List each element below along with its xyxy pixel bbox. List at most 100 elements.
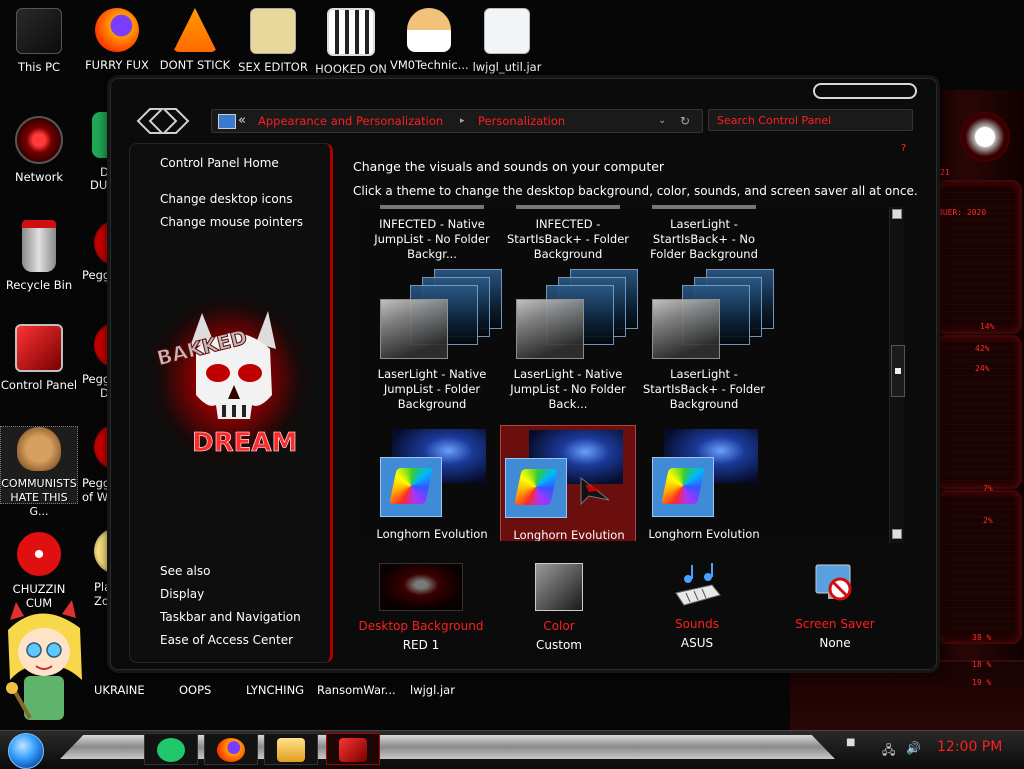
theme-name: Longhorn Evolution <box>513 528 625 541</box>
desktop-icon-hooked-on[interactable]: HOOKED ON <box>312 8 390 76</box>
volume-tray-icon[interactable]: 🔊 <box>906 741 921 755</box>
desktop-icon-control-panel[interactable]: Control Panel <box>0 324 78 392</box>
desktop-icon-label[interactable]: LYNCHING <box>246 683 304 697</box>
color-fan-icon <box>652 457 714 517</box>
theme-item[interactable]: INFECTED - StartIsBack+ - Folder Backgro… <box>500 205 636 265</box>
desktop-background-button[interactable]: Desktop Background RED 1 <box>351 563 491 652</box>
breadcrumb-personalization[interactable]: Personalization <box>478 110 565 132</box>
refresh-icon[interactable]: ↻ <box>680 110 690 132</box>
desktop-icon-label[interactable]: RansomWar... <box>317 683 396 697</box>
desktop-background-label: Desktop Background <box>358 619 484 633</box>
desktop-icon-label[interactable]: lwjgl.jar <box>410 683 455 697</box>
taskbar: ■ 🖧 🔊 12:00 PM <box>0 730 1024 769</box>
theme-name: INFECTED - Native JumpList - No Folder B… <box>364 217 500 262</box>
hud-readout: 19 % <box>972 678 992 687</box>
scroll-up-button[interactable] <box>892 209 902 219</box>
sounds-value: ASUS <box>680 636 714 650</box>
theme-item[interactable]: LaserLight - Native JumpList - Folder Ba… <box>364 269 502 419</box>
window-caption-buttons[interactable] <box>813 83 917 99</box>
scroll-thumb[interactable] <box>891 345 905 397</box>
color-value: Custom <box>536 638 582 652</box>
theme-item[interactable]: Longhorn Evolution <box>636 425 772 541</box>
change-mouse-pointers-link[interactable]: Change mouse pointers <box>160 215 303 229</box>
desktop-icon-this-pc[interactable]: This PC <box>0 8 78 74</box>
theme-name-line: JumpList - Folder <box>383 382 481 396</box>
hud-readout: 14% <box>980 322 995 331</box>
theme-name: LaserLight - Native JumpList - No Folder… <box>500 367 636 412</box>
vlc-cone-icon <box>173 8 217 52</box>
money-bag-icon <box>17 427 61 471</box>
desktop-icon-label: Control Panel <box>0 378 78 392</box>
color-button[interactable]: Color Custom <box>489 563 629 652</box>
show-hidden-icons[interactable]: ■ <box>846 737 855 748</box>
breadcrumb-overflow[interactable]: « <box>238 110 246 132</box>
change-desktop-icons-link[interactable]: Change desktop icons <box>160 192 293 206</box>
theme-name-line: INFECTED - <box>535 217 601 231</box>
theme-name-line: LaserLight - Native <box>377 367 487 381</box>
theme-item-selected[interactable]: Longhorn Evolution <box>500 425 636 541</box>
recycle-bin-icon <box>22 220 56 272</box>
search-input[interactable]: Search Control Panel <box>708 109 913 131</box>
star-butterfly-character-icon[interactable] <box>0 600 100 725</box>
start-orb-button[interactable] <box>8 733 44 769</box>
theme-list-scrollbar[interactable] <box>889 207 905 543</box>
hxd-editor-icon <box>250 8 296 54</box>
theme-name-line: LaserLight - Native <box>513 367 623 381</box>
breadcrumb-arrow-icon[interactable]: ▸ <box>460 110 465 132</box>
desktop-icon-label[interactable]: OOPS <box>179 683 211 697</box>
help-icon[interactable]: ? <box>901 143 906 154</box>
desktop-icon-vm0[interactable]: VM0Technic... <box>390 8 468 72</box>
desktop-icon-chuzzin[interactable]: CHUZZIN CUM <box>0 532 78 610</box>
forward-button[interactable] <box>161 108 190 134</box>
wallpaper-hud-footer <box>790 660 1024 732</box>
theme-item[interactable]: INFECTED - Native JumpList - No Folder B… <box>364 205 500 265</box>
network-tray-icon[interactable]: 🖧 <box>882 741 895 762</box>
desktop-icon-hxd[interactable]: SEX EDITOR <box>234 8 312 74</box>
chevron-down-icon[interactable]: ⌄ <box>658 110 666 132</box>
theme-name-line: Back... <box>548 397 588 411</box>
sounds-button[interactable]: Sounds ASUS <box>627 563 767 650</box>
partial-icon-label: Pla <box>94 580 112 594</box>
display-link[interactable]: Display <box>160 587 204 601</box>
theme-name-line: Folder Background <box>650 247 758 261</box>
taskbar-app-notes[interactable] <box>144 733 198 765</box>
desktop-icon-communists[interactable]: COMMUNISTS HATE THIS G... <box>0 426 78 518</box>
partial-icon-label: Pegg <box>82 268 111 282</box>
theme-thumbnail-edge <box>516 205 620 209</box>
desktop-icon-network[interactable]: Network <box>0 116 78 184</box>
back-forward-arrows <box>136 108 190 134</box>
theme-list[interactable]: INFECTED - Native JumpList - No Folder B… <box>354 205 901 541</box>
taskbar-navigation-link[interactable]: Taskbar and Navigation <box>160 610 301 624</box>
hud-readout: BUER: 2020 <box>938 208 987 217</box>
network-icon <box>15 116 63 164</box>
theme-item[interactable]: LaserLight - Native JumpList - No Folder… <box>500 269 638 419</box>
breadcrumb-appearance[interactable]: Appearance and Personalization <box>258 110 443 132</box>
taskbar-app-explorer[interactable] <box>264 733 318 765</box>
desktop-icon-label: DONT STICK <box>159 58 231 72</box>
scroll-down-button[interactable] <box>892 529 902 539</box>
color-fan-icon <box>380 457 442 517</box>
screen-saver-button[interactable]: Screen Saver None <box>765 563 905 650</box>
theme-item[interactable]: LaserLight - StartIsBack+ - No Folder Ba… <box>636 205 772 265</box>
theme-name-line: Background <box>533 247 603 261</box>
desktop-icon-label: HOOKED ON <box>315 62 387 76</box>
sounds-label: Sounds <box>674 617 720 631</box>
taskbar-app-firefox[interactable] <box>204 733 258 765</box>
ease-of-access-link[interactable]: Ease of Access Center <box>160 633 293 647</box>
partial-icon-label: Pegg <box>82 372 111 386</box>
desktop-icon-firefox[interactable]: FURRY FUX <box>78 8 156 72</box>
desktop-icon-label[interactable]: UKRAINE <box>94 683 145 697</box>
clock[interactable]: 12:00 PM <box>937 739 1002 755</box>
back-button[interactable] <box>136 108 165 134</box>
address-bar[interactable]: « Appearance and Personalization ▸ Perso… <box>211 109 703 133</box>
desktop-icon-vlc[interactable]: DONT STICK <box>156 8 234 72</box>
control-panel-home-link[interactable]: Control Panel Home <box>160 156 279 170</box>
desktop-icon-lwjgl-util[interactable]: lwjgl_util.jar <box>468 8 546 74</box>
taskbar-app-control-panel[interactable] <box>326 733 380 765</box>
desktop-background-value: RED 1 <box>402 638 440 652</box>
theme-item[interactable]: Longhorn Evolution <box>364 425 500 541</box>
left-navigation-pane: Control Panel Home Change desktop icons … <box>129 143 333 663</box>
desktop-icon-recycle-bin[interactable]: Recycle Bin <box>0 220 78 292</box>
theme-item[interactable]: LaserLight - StartIsBack+ - Folder Backg… <box>636 269 774 419</box>
hud-readout: 2% <box>983 516 993 525</box>
